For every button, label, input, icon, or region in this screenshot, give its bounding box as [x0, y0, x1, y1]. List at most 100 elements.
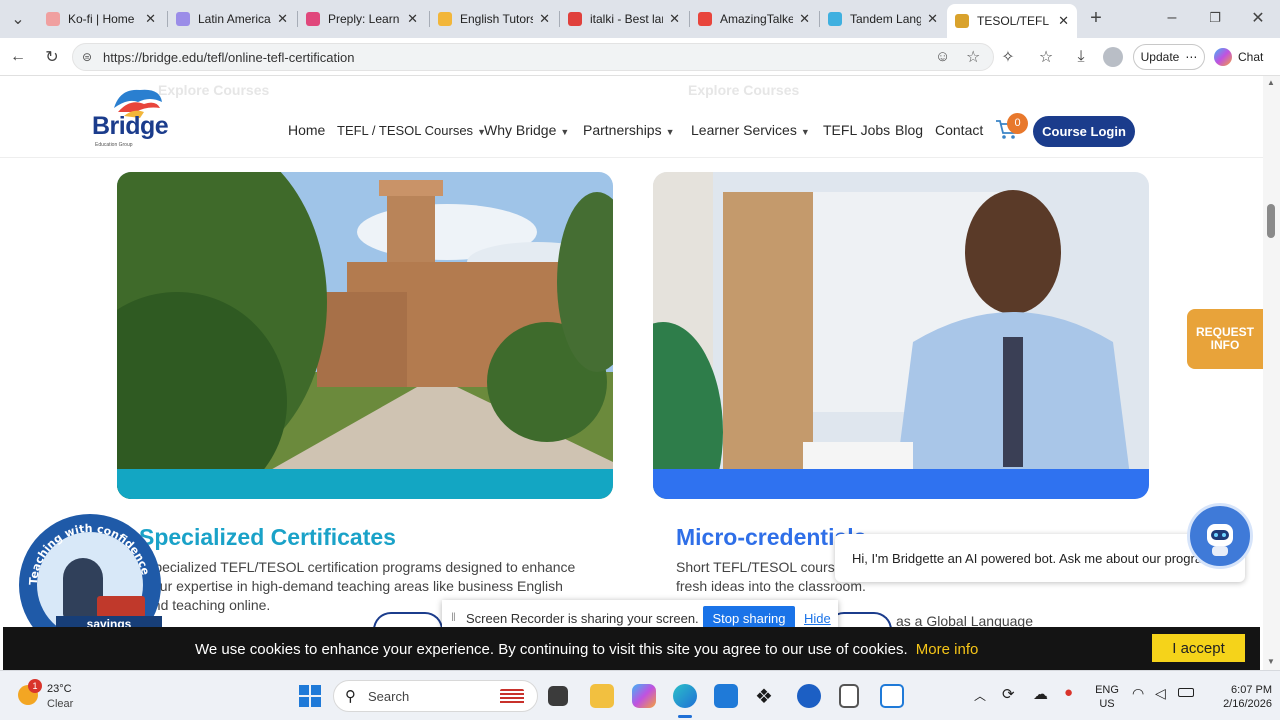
tab-close-icon[interactable]: ✕ — [669, 11, 680, 27]
nav-learner-services[interactable]: Learner Services ▼ — [691, 122, 810, 138]
favorites-icon[interactable]: ☆ — [1035, 46, 1057, 68]
tab-list-chevron-icon[interactable]: ⌄ — [7, 8, 29, 30]
tab-close-icon[interactable]: ✕ — [277, 11, 288, 27]
chatbot-message-bubble[interactable]: Hi, I'm Bridgette an AI powered bot. Ask… — [835, 534, 1245, 582]
nav-contact[interactable]: Contact — [935, 122, 983, 138]
scroll-down-arrow-icon[interactable]: ▼ — [1267, 657, 1275, 666]
profile-avatar[interactable] — [1103, 47, 1123, 67]
nav-why-bridge[interactable]: Why Bridge ▼ — [484, 122, 569, 138]
file-explorer-icon[interactable] — [590, 684, 614, 708]
update-button[interactable]: Update ⋯ — [1133, 44, 1205, 70]
tab-close-icon[interactable]: ✕ — [407, 11, 418, 27]
tab-italki[interactable]: italki - Best lang ✕ — [560, 4, 688, 34]
tray-sync-icon[interactable]: ⟳ — [1002, 685, 1015, 703]
tab-latin-america[interactable]: Latin America re ✕ — [168, 4, 296, 34]
update-label: Update — [1140, 50, 1180, 64]
taskbar-search-box[interactable]: ⚲ Search — [333, 680, 538, 712]
nav-home[interactable]: Home — [288, 122, 325, 138]
reload-icon[interactable]: ↻ — [41, 46, 63, 68]
robot-avatar-icon — [1207, 524, 1233, 556]
window-close-icon[interactable]: ✕ — [1247, 7, 1269, 29]
volume-icon[interactable]: ◁ — [1155, 685, 1166, 702]
clock[interactable]: 6:07 PM 2/16/2026 — [1214, 684, 1272, 710]
nav-label: TEFL / TESOL Courses — [337, 123, 474, 138]
latin-america-favicon-icon — [176, 12, 190, 26]
favorite-star-icon[interactable]: ☆ — [966, 47, 980, 67]
cookie-message: We use cookies to enhance your experienc… — [195, 641, 908, 658]
tray-cloud-icon[interactable]: ☁ — [1033, 685, 1048, 703]
weather-alert-badge: 1 — [28, 679, 42, 693]
battery-icon[interactable] — [1178, 688, 1194, 697]
page-scrollbar[interactable]: ▲ ▼ — [1263, 76, 1280, 670]
tray-chevron-up-icon[interactable]: ︿ — [974, 687, 986, 704]
teacher-photo — [653, 172, 1149, 499]
tab-close-icon[interactable]: ✕ — [1058, 13, 1069, 29]
tandem-favicon-icon — [828, 12, 842, 26]
hide-link[interactable]: Hide — [804, 611, 831, 626]
caret-down-icon: ▼ — [800, 127, 810, 137]
language-indicator[interactable]: ENG US — [1092, 684, 1122, 710]
url-text[interactable]: https://bridge.edu/tefl/online-tefl-cert… — [103, 50, 354, 65]
tab-tandem[interactable]: Tandem Langua ✕ — [820, 4, 946, 34]
wifi-icon[interactable]: ◠ — [1132, 685, 1144, 702]
hp-icon[interactable] — [797, 684, 821, 708]
tab-english-tutors[interactable]: English Tutors C ✕ — [430, 4, 558, 34]
bridge-favicon-icon — [955, 14, 969, 28]
dropbox-icon[interactable]: ❖ — [755, 684, 773, 709]
copilot-taskbar-icon[interactable] — [632, 684, 656, 708]
teacher-image — [653, 172, 1149, 499]
chatbot-launcher-button[interactable] — [1187, 503, 1253, 569]
scroll-up-arrow-icon[interactable]: ▲ — [1267, 78, 1275, 87]
books-illustration-icon — [97, 596, 145, 618]
browser-toolbar: ← ↻ ⊜ https://bridge.edu/tefl/online-tef… — [0, 38, 1280, 76]
copilot-chat-button[interactable]: Chat — [1214, 44, 1263, 70]
request-info-button[interactable]: REQUEST INFO — [1187, 309, 1263, 369]
weather-widget[interactable]: 1 23°C Clear — [18, 677, 108, 715]
drag-handle-icon[interactable]: ‖ — [451, 610, 456, 624]
tab-kofi[interactable]: Ko-fi | Home ✕ — [38, 4, 164, 34]
tab-title: italki - Best lang — [590, 12, 663, 26]
nav-tefl-jobs[interactable]: TEFL Jobs — [823, 122, 890, 138]
search-placeholder: Search — [368, 689, 410, 704]
scrollbar-thumb[interactable] — [1267, 204, 1275, 238]
tab-close-icon[interactable]: ✕ — [145, 11, 156, 27]
task-view-icon[interactable] — [548, 686, 568, 706]
edge-browser-icon[interactable] — [673, 684, 697, 708]
window-minimize-icon[interactable]: – — [1161, 7, 1183, 29]
web-page: Specialized Certificates Specialized TEF… — [0, 76, 1263, 670]
bridge-logo[interactable]: Bridge Education Group — [92, 82, 182, 152]
start-button[interactable] — [299, 685, 321, 707]
nav-label: Partnerships — [583, 122, 662, 138]
window-restore-icon[interactable]: ❐ — [1204, 7, 1226, 29]
nav-blog[interactable]: Blog — [895, 122, 923, 138]
kofi-favicon-icon — [46, 12, 60, 26]
tab-close-icon[interactable]: ✕ — [539, 11, 550, 27]
tab-amazingtalker[interactable]: AmazingTalker ✕ — [690, 4, 818, 34]
downloads-icon[interactable]: ⤓ — [1070, 46, 1092, 68]
tab-tesol-tefl-active[interactable]: TESOL/TEFL Ce ✕ — [947, 4, 1077, 38]
screen-recorder-app-icon[interactable] — [880, 684, 904, 708]
microsoft-store-icon[interactable] — [714, 684, 738, 708]
back-arrow-icon[interactable]: ← — [7, 46, 29, 68]
search-flag-icon — [500, 689, 524, 705]
specialized-certificates-title: Specialized Certificates — [139, 524, 396, 550]
site-info-icon[interactable]: ⊜ — [82, 50, 92, 64]
address-bar[interactable]: ⊜ https://bridge.edu/tefl/online-tefl-ce… — [72, 43, 994, 71]
read-aloud-icon[interactable]: ☺ — [935, 48, 950, 65]
document-app-icon[interactable] — [839, 684, 859, 708]
tab-preply[interactable]: Preply: Learn w ✕ — [298, 4, 426, 34]
course-login-button[interactable]: Course Login — [1033, 116, 1135, 147]
nav-partnerships[interactable]: Partnerships ▼ — [583, 122, 675, 138]
cookie-more-info-link[interactable]: More info — [916, 641, 979, 658]
nav-tefl-tesol-courses[interactable]: TEFL / TESOL Courses ▼ — [337, 123, 486, 138]
tab-close-icon[interactable]: ✕ — [927, 11, 938, 27]
cookie-text-line: We use cookies to enhance your experienc… — [195, 641, 978, 658]
lang-line1: ENG — [1095, 684, 1119, 696]
new-tab-plus-icon[interactable]: + — [1085, 7, 1107, 29]
extensions-puzzle-icon[interactable]: ✧ — [997, 46, 1019, 68]
tray-microphone-icon[interactable]: ● — [1064, 684, 1073, 701]
tab-title: English Tutors C — [460, 12, 534, 26]
campus-photo — [117, 172, 613, 499]
cookie-accept-button[interactable]: I accept — [1152, 634, 1245, 662]
tab-close-icon[interactable]: ✕ — [799, 11, 810, 27]
